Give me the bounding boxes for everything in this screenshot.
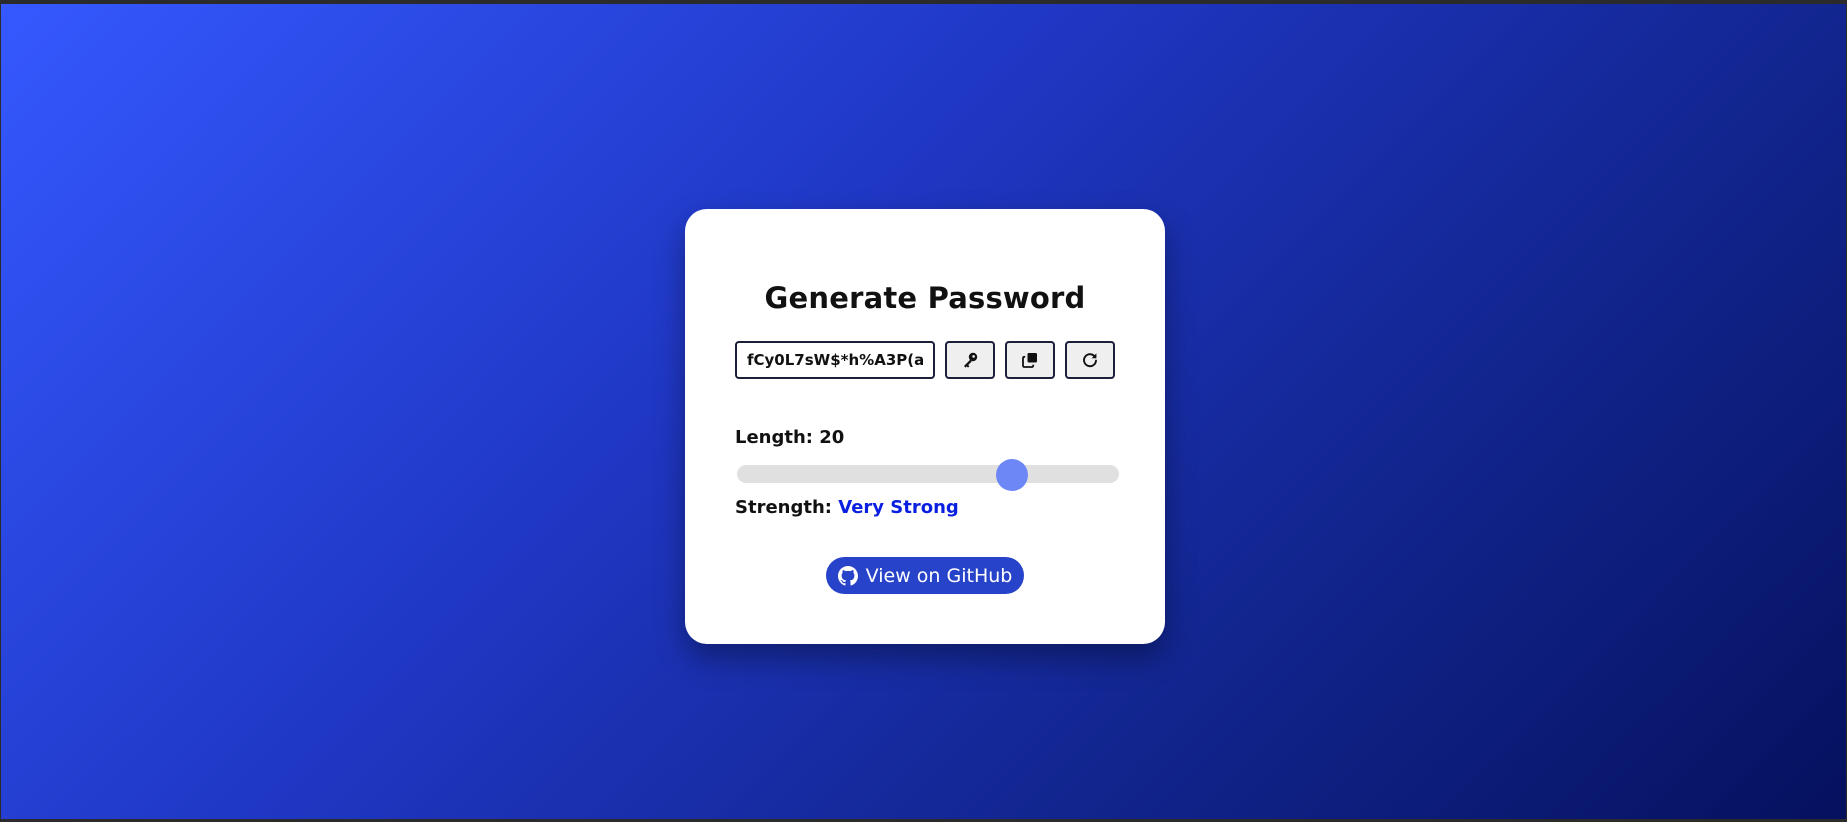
- length-slider-thumb[interactable]: [996, 459, 1029, 491]
- page-title: Generate Password: [764, 281, 1086, 315]
- password-generator-card: Generate Password fCy0L7sW$*h%A3P(axc Le…: [685, 209, 1165, 644]
- copy-button[interactable]: [1005, 341, 1055, 379]
- length-label-text: Length:: [735, 427, 813, 448]
- github-link-button[interactable]: View on GitHub: [826, 557, 1024, 594]
- generate-button[interactable]: [945, 341, 995, 379]
- password-output-field[interactable]: [735, 341, 935, 379]
- length-label: Length: 20: [735, 427, 844, 448]
- length-value: 20: [819, 427, 845, 448]
- strength-row: Strength: Very Strong: [735, 497, 959, 518]
- refresh-icon: [1081, 351, 1099, 369]
- refresh-button[interactable]: [1065, 341, 1115, 379]
- github-icon: [837, 565, 858, 586]
- strength-label: Strength:: [735, 497, 832, 518]
- copy-icon: [1021, 351, 1039, 369]
- page-background: Generate Password fCy0L7sW$*h%A3P(axc Le…: [1, 4, 1846, 819]
- length-slider-track[interactable]: [737, 465, 1119, 483]
- key-icon: [961, 351, 979, 369]
- github-link-label: View on GitHub: [865, 564, 1013, 587]
- strength-value: Very Strong: [838, 497, 959, 518]
